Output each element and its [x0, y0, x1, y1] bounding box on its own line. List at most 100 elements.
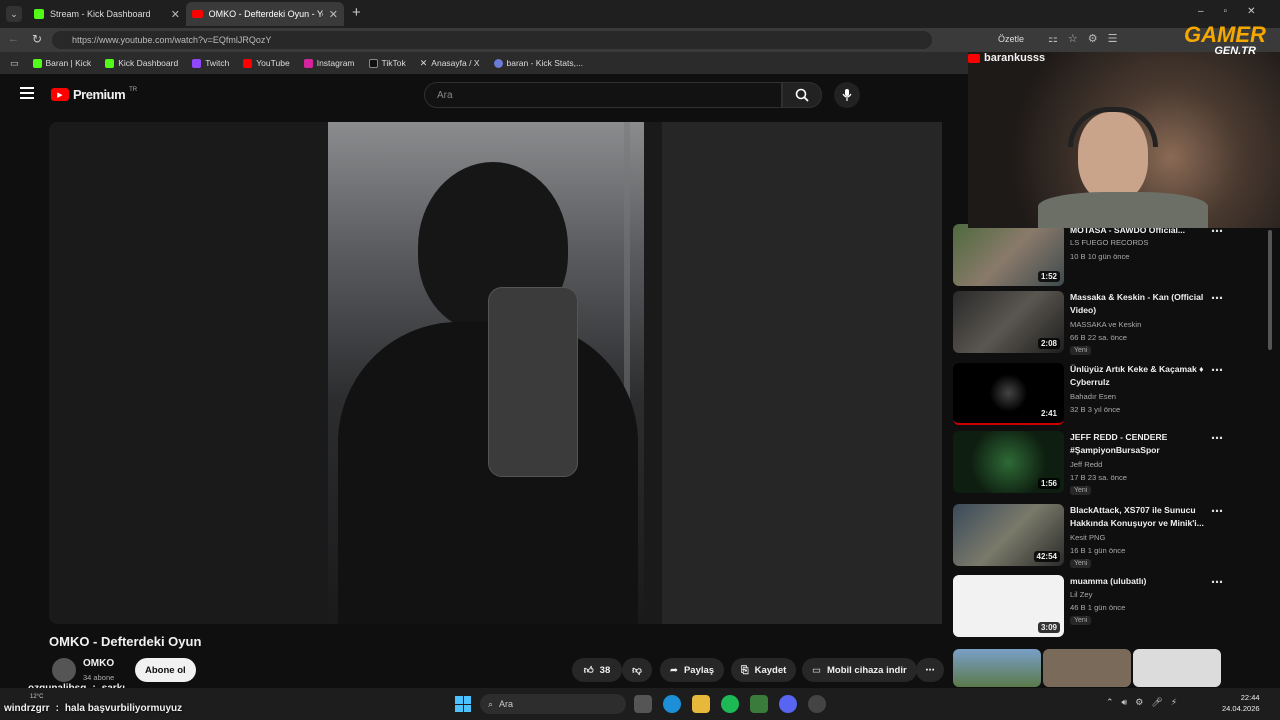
share-button[interactable]: ➦ Paylaş	[660, 658, 725, 682]
video-thumbnail[interactable]: 3:09	[953, 575, 1064, 637]
tab-kick-dashboard[interactable]: Stream - Kick Dashboard ✕	[28, 2, 186, 26]
new-badge: Yeni	[1070, 616, 1092, 625]
shorts-thumbnail[interactable]	[1133, 649, 1221, 687]
recommendation-item[interactable]: 1:56 JEFF REDD - CENDERE #ŞampiyonBursaS…	[953, 431, 1233, 497]
channel-name[interactable]: Jeff Redd	[1070, 460, 1102, 469]
video-title[interactable]: BlackAttack, XS707 ile Sunucu Hakkında K…	[1070, 504, 1210, 530]
recommendation-item[interactable]: 42:54 BlackAttack, XS707 ile Sunucu Hakk…	[953, 504, 1233, 570]
video-thumbnail[interactable]: 1:52	[953, 224, 1064, 286]
subscribe-button[interactable]: Abone ol	[135, 658, 196, 682]
chat-message: windrzgrr: hala başvurbiliyormuyuz	[4, 703, 183, 714]
close-tab-icon[interactable]: ✕	[329, 8, 338, 21]
bookmark-label: Anasayfa / X	[431, 58, 480, 68]
bookmark-kick-dashboard[interactable]: Kick Dashboard	[105, 58, 178, 68]
discord-icon[interactable]	[779, 695, 797, 713]
menu-icon[interactable]	[20, 87, 34, 99]
taskbar-search[interactable]: ⌕ Ara	[480, 694, 626, 714]
close-tab-icon[interactable]: ✕	[171, 8, 180, 21]
channel-name[interactable]: Bahadır Esen	[1070, 392, 1116, 401]
url-field[interactable]: https://www.youtube.com/watch?v=EQfmlJRQ…	[52, 31, 932, 49]
more-options-icon[interactable]: ⋯	[1211, 504, 1223, 518]
recommendation-item[interactable]: 2:08 Massaka & Keskin - Kan (Official Vi…	[953, 291, 1233, 357]
video-thumbnail[interactable]: 42:54	[953, 504, 1064, 566]
more-options-icon[interactable]: ⋯	[1211, 431, 1223, 445]
more-options-icon[interactable]: ⋯	[1211, 363, 1223, 377]
video-title[interactable]: JEFF REDD - CENDERE #ŞampiyonBursaSpor	[1070, 431, 1210, 457]
subscribe-label: Abone ol	[145, 664, 186, 676]
video-thumbnail[interactable]: 2:08	[953, 291, 1064, 353]
sidebar-toggle-icon[interactable]: ▭	[10, 58, 19, 69]
reload-icon[interactable]: ↻	[32, 32, 42, 46]
clock[interactable]: 22:44 24.04.2026	[1222, 692, 1260, 714]
shorts-thumbnail[interactable]	[1043, 649, 1131, 687]
youtube-logo[interactable]: ▶ Premium TR	[51, 87, 137, 102]
channel-name[interactable]: Lil Zey	[1070, 590, 1092, 599]
channel-name[interactable]: LS FUEGO RECORDS	[1070, 238, 1148, 247]
bookmark-twitch[interactable]: Twitch	[192, 58, 229, 68]
channel-avatar[interactable]	[52, 658, 76, 682]
video-thumbnail[interactable]: 2:41	[953, 363, 1064, 425]
like-button[interactable]: 👍︎ 38	[572, 658, 622, 682]
channel-name[interactable]: Kesit PNG	[1070, 533, 1105, 542]
search-input[interactable]: Ara	[424, 82, 782, 108]
search-placeholder: Ara	[437, 89, 453, 101]
video-thumbnail[interactable]: 1:56	[953, 431, 1064, 493]
video-meta: 10 B 10 gün önce	[1070, 252, 1130, 261]
bookmarks-bar: ▭ Baran | Kick Kick Dashboard Twitch You…	[0, 52, 970, 74]
streamer-name: barankusss	[984, 52, 1046, 64]
tab-youtube[interactable]: OMKO - Defterdeki Oyun - YouTube ✕	[186, 2, 344, 26]
bookmark-tiktok[interactable]: TikTok	[368, 58, 406, 68]
new-tab-button[interactable]: +	[352, 4, 361, 21]
bookmark-x[interactable]: ✕ Anasayfa / X	[420, 58, 480, 69]
more-options-icon[interactable]: ⋯	[1211, 291, 1223, 305]
bookmark-kick-stats[interactable]: baran - Kick Stats,...	[493, 58, 583, 68]
download-button[interactable]: ▭ Mobil cihaza indir	[802, 658, 917, 682]
channel-name[interactable]: MASSAKA ve Keskin	[1070, 320, 1141, 329]
video-title[interactable]: Ünlüyüz Artık Keke & Kaçamak ♦ Cyberrulz	[1070, 363, 1210, 389]
toolbar-icons[interactable]: ⚏☆⚙☰	[1048, 32, 1127, 45]
back-icon[interactable]: ←	[8, 33, 19, 45]
tab-title: Stream - Kick Dashboard	[50, 9, 151, 19]
kick-icon	[105, 58, 115, 68]
recommendation-item[interactable]: 1:52 MOTASA - SAWDO Official... LS FUEGO…	[953, 224, 1233, 290]
app-icon[interactable]	[750, 695, 768, 713]
recommendation-item[interactable]: 2:41 Ünlüyüz Artık Keke & Kaçamak ♦ Cybe…	[953, 363, 1233, 429]
sidebar-scrollbar[interactable]	[1268, 230, 1272, 350]
video-title[interactable]: muamma (ulubatlı)	[1070, 575, 1210, 588]
start-button[interactable]	[455, 696, 471, 712]
channel-name[interactable]: OMKO	[83, 658, 114, 669]
edge-icon[interactable]	[663, 695, 681, 713]
search-button[interactable]	[782, 82, 822, 108]
recommendation-item[interactable]: 3:09 muamma (ulubatlı) Lil Zey 46 B 1 gü…	[953, 575, 1233, 641]
voice-search-button[interactable]	[834, 82, 860, 108]
youtube-play-icon: ▶	[51, 88, 69, 101]
bookmark-label: Kick Dashboard	[118, 58, 179, 68]
bookmark-baran-kick[interactable]: Baran | Kick	[32, 58, 91, 68]
download-label: Mobil cihaza indir	[826, 664, 907, 676]
task-view-icon[interactable]	[634, 695, 652, 713]
shorts-thumbnail[interactable]	[953, 649, 1041, 687]
dislike-button[interactable]: 👎︎	[622, 658, 652, 682]
spotify-icon[interactable]	[721, 695, 739, 713]
streamer-name-tag: barankusss	[968, 52, 1045, 64]
more-actions-button[interactable]: ⋯	[916, 658, 944, 682]
bookmark-youtube[interactable]: YouTube	[243, 58, 290, 68]
system-tray-icons[interactable]: ⌃🔊︎⚙🎤︎⚡	[1106, 697, 1185, 708]
weather-widget[interactable]: 12°C	[30, 694, 43, 700]
video-meta: 32 B 3 yıl önce	[1070, 405, 1121, 414]
duration-badge: 2:08	[1037, 338, 1060, 349]
obs-icon[interactable]	[808, 695, 826, 713]
save-button[interactable]: ⎘ Kaydet	[731, 658, 797, 682]
logo-region: TR	[129, 86, 138, 93]
subscriber-count: 34 abone	[83, 673, 115, 682]
tab-list-button[interactable]: ⌄	[6, 6, 22, 22]
more-options-icon[interactable]: ⋯	[1211, 575, 1223, 589]
file-explorer-icon[interactable]	[692, 695, 710, 713]
new-badge: Yeni	[1070, 559, 1092, 568]
video-title[interactable]: Massaka & Keskin - Kan (Official Video)	[1070, 291, 1210, 317]
video-frame[interactable]	[328, 122, 644, 624]
summary-button[interactable]: Özetle	[998, 34, 1024, 44]
video-meta: 17 B 23 sa. önce	[1070, 473, 1127, 482]
window-controls[interactable]: –▫✕	[1198, 6, 1276, 17]
bookmark-instagram[interactable]: Instagram	[303, 58, 355, 68]
